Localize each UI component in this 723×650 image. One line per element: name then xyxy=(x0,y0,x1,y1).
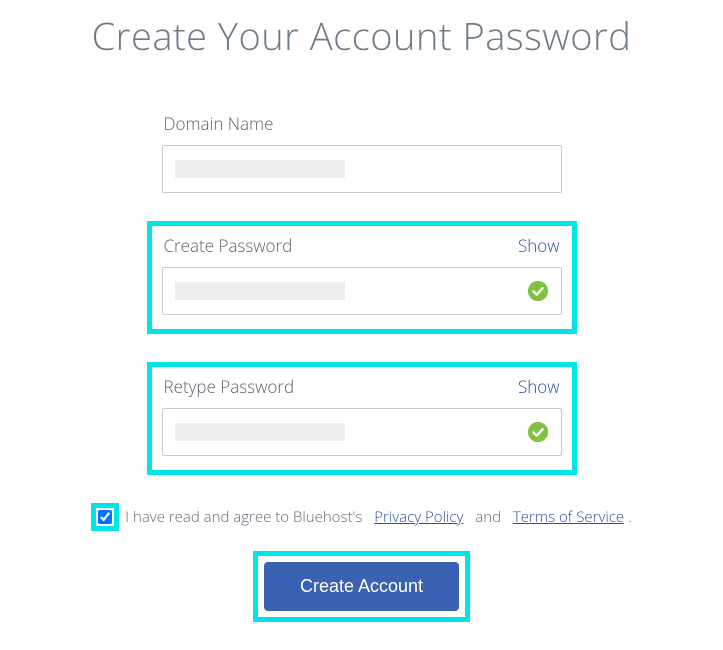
create-account-button[interactable]: Create Account xyxy=(264,562,459,611)
retype-password-block: Retype Password Show xyxy=(147,362,577,475)
terms-of-service-link[interactable]: Terms of Service xyxy=(513,507,624,527)
password-masked-value xyxy=(175,282,345,300)
domain-label: Domain Name xyxy=(164,112,274,135)
terms-text-prefix: I have read and agree to Bluehost's xyxy=(125,507,362,527)
terms-connector: and xyxy=(475,507,501,527)
create-password-label: Create Password xyxy=(164,234,293,257)
domain-masked-value xyxy=(175,160,345,178)
create-password-block: Create Password Show xyxy=(147,221,577,334)
show-retype-toggle[interactable]: Show xyxy=(518,375,560,398)
submit-row: Create Account xyxy=(28,551,695,622)
submit-highlight: Create Account xyxy=(253,551,470,622)
password-form: Domain Name Create Password Show xyxy=(162,112,562,475)
privacy-policy-link[interactable]: Privacy Policy xyxy=(374,507,463,527)
check-circle-icon xyxy=(527,421,549,443)
retype-masked-value xyxy=(175,423,345,441)
show-password-toggle[interactable]: Show xyxy=(518,234,560,257)
check-circle-icon xyxy=(527,280,549,302)
page-title: Create Your Account Password xyxy=(28,10,695,62)
domain-field-block: Domain Name xyxy=(162,112,562,193)
create-password-input[interactable] xyxy=(162,267,562,315)
terms-checkbox[interactable] xyxy=(98,510,112,524)
terms-suffix: . xyxy=(628,507,632,527)
retype-password-label: Retype Password xyxy=(164,375,295,398)
terms-checkbox-highlight xyxy=(91,503,119,531)
domain-input[interactable] xyxy=(162,145,562,193)
retype-password-input[interactable] xyxy=(162,408,562,456)
terms-row: I have read and agree to Bluehost's Priv… xyxy=(28,503,695,531)
